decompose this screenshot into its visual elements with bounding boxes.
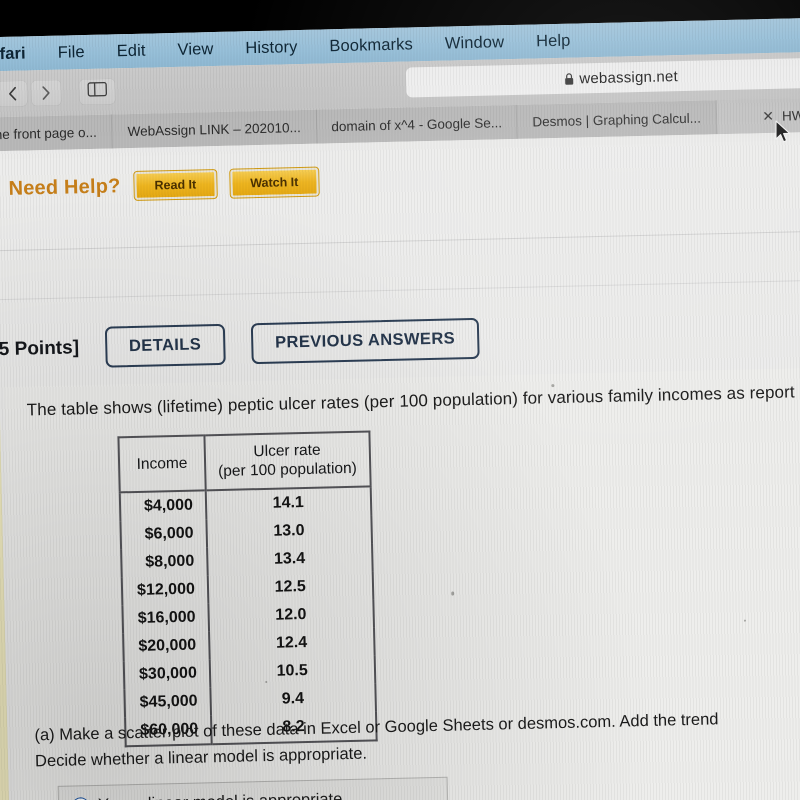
photograph-of-screen: afari File Edit View History Bookmarks W… xyxy=(0,0,800,800)
question-header-row: . [2/5 Points] DETAILS PREVIOUS ANSWERS xyxy=(0,309,800,371)
dust-speck xyxy=(451,591,455,596)
lock-icon xyxy=(564,72,574,85)
menu-edit[interactable]: Edit xyxy=(100,41,161,61)
column-header-ulcer-rate: Ulcer rate (per 100 population) xyxy=(204,431,370,490)
tab-label: WebAssign LINK – 202010... xyxy=(127,119,301,139)
cell-income: $20,000 xyxy=(123,631,210,662)
question-prompt: The table shows (lifetime) peptic ulcer … xyxy=(26,382,795,420)
tab-label: it: the front page o... xyxy=(0,124,97,142)
previous-answers-button[interactable]: PREVIOUS ANSWERS xyxy=(250,317,480,365)
cell-income: $4,000 xyxy=(119,490,207,522)
cell-ulcer-rate: 13.4 xyxy=(273,549,306,568)
watch-it-button[interactable]: Watch It xyxy=(228,166,320,199)
back-button[interactable] xyxy=(0,80,28,108)
address-bar[interactable]: webassign.net xyxy=(405,57,800,98)
sidebar-toggle-button[interactable] xyxy=(79,78,116,106)
cell-ulcer-rate: 13.0 xyxy=(273,521,305,540)
question-content: The table shows (lifetime) peptic ulcer … xyxy=(4,365,800,800)
cell-ulcer-rate: 12.5 xyxy=(274,577,306,596)
points-label: [2/5 Points] xyxy=(0,336,80,361)
menu-safari[interactable]: afari xyxy=(0,44,42,64)
tab-desmos[interactable]: Desmos | Graphing Calcul... xyxy=(516,100,718,139)
cell-ulcer-rate: 12.4 xyxy=(275,633,308,652)
tab-label: domain of x^4 - Google Se... xyxy=(331,114,503,134)
navigation-buttons xyxy=(0,79,62,108)
answer-choice-row[interactable]: Yes, a linear model is appropriate. xyxy=(57,776,449,800)
table-head: Income Ulcer rate (per 100 population) xyxy=(118,431,371,493)
cell-ulcer-rate: 10.5 xyxy=(276,661,308,680)
cell-income: $16,000 xyxy=(122,603,209,634)
ulcer-rate-table: Income Ulcer rate (per 100 population) $… xyxy=(117,430,378,748)
answer-choice-label: Yes, a linear model is appropriate. xyxy=(98,790,347,800)
dust-speck xyxy=(551,384,555,388)
tab-reddit[interactable]: it: the front page o... xyxy=(0,114,113,152)
cell-income: $12,000 xyxy=(121,575,209,606)
menu-view[interactable]: View xyxy=(161,39,229,60)
column-header-ulcer-rate-line2: (per 100 population) xyxy=(217,460,358,481)
menu-file[interactable]: File xyxy=(42,42,101,62)
tab-label: Desmos | Graphing Calcul... xyxy=(532,110,702,130)
tab-webassign-link[interactable]: WebAssign LINK – 202010... xyxy=(111,109,318,149)
table-header-row: Income Ulcer rate (per 100 population) xyxy=(118,431,371,493)
menu-window[interactable]: Window xyxy=(429,32,521,53)
table-body: $4,000 14.1 $6,000 13.0 $8,000 13.4 $12,000 12.… xyxy=(119,486,377,747)
cell-income: $8,000 xyxy=(121,547,208,578)
webassign-page: Need Help? Read It Watch It . [2/5 Point… xyxy=(0,130,800,800)
cell-ulcer-rate: 12.0 xyxy=(275,605,307,624)
dust-speck xyxy=(743,619,746,622)
need-help-panel: Need Help? Read It Watch It xyxy=(0,138,800,252)
computer-screen: afari File Edit View History Bookmarks W… xyxy=(0,16,800,800)
forward-button[interactable] xyxy=(31,79,62,107)
tab-google-search[interactable]: domain of x^4 - Google Se... xyxy=(316,104,518,144)
section-divider xyxy=(0,278,800,301)
menu-help[interactable]: Help xyxy=(520,31,587,52)
menu-bookmarks[interactable]: Bookmarks xyxy=(313,34,429,56)
need-help-row: Need Help? Read It Watch It xyxy=(8,166,320,203)
chevron-right-icon xyxy=(40,85,52,101)
menu-history[interactable]: History xyxy=(229,37,313,58)
cell-income: $6,000 xyxy=(120,519,207,550)
question-body: The table shows (lifetime) peptic ulcer … xyxy=(0,365,800,800)
cell-ulcer-rate: 14.1 xyxy=(272,493,305,512)
cell-income: $30,000 xyxy=(123,659,211,690)
close-icon[interactable]: ✕ xyxy=(762,107,774,124)
sidebar-toggle-icon xyxy=(87,81,108,102)
column-header-income: Income xyxy=(118,435,206,493)
cell-income: $45,000 xyxy=(124,687,211,718)
need-help-label: Need Help? xyxy=(8,174,121,200)
cell-ulcer-rate: 9.4 xyxy=(281,689,305,708)
read-it-button[interactable]: Read It xyxy=(133,168,218,201)
chevron-left-icon xyxy=(6,86,18,102)
details-button[interactable]: DETAILS xyxy=(104,323,226,368)
url-text: webassign.net xyxy=(579,67,679,87)
dust-speck xyxy=(265,680,268,683)
mouse-cursor xyxy=(775,120,792,150)
